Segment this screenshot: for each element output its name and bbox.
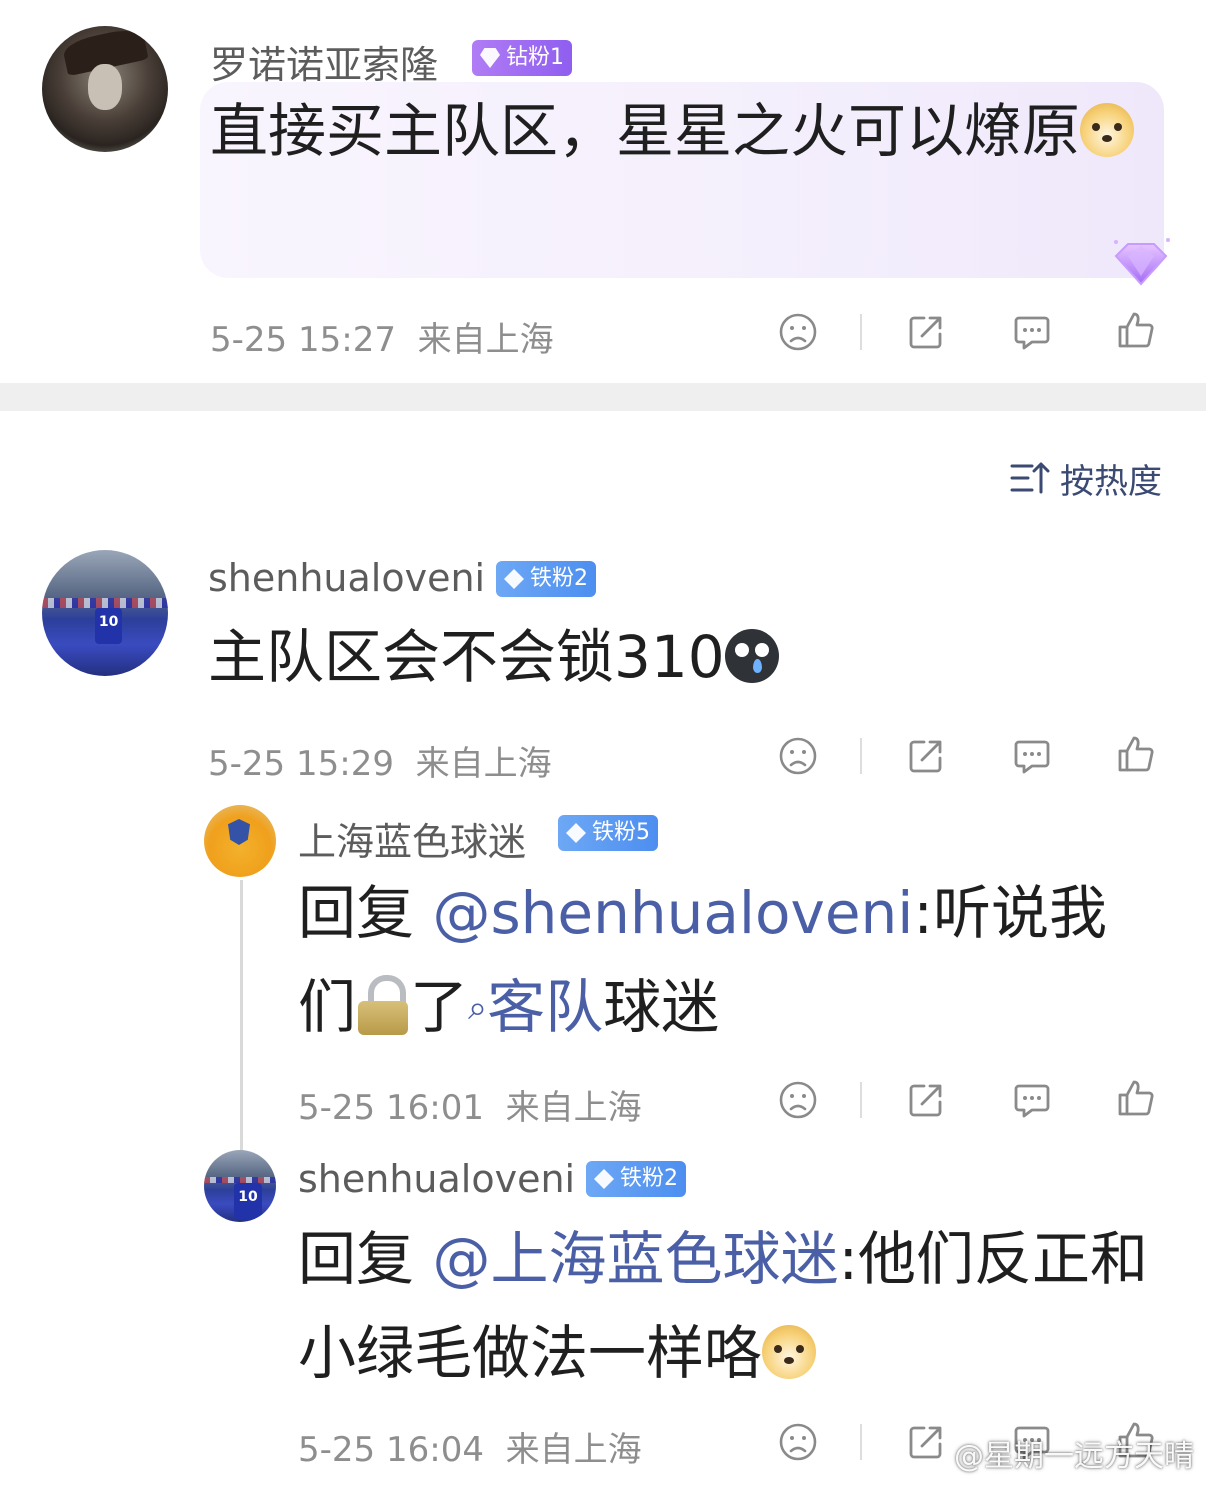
comment-meta: 5-25 16:01 来自上海 [298, 1088, 642, 1128]
fan-badge[interactable]: 钻粉1 [472, 40, 572, 76]
sort-label: 按热度 [1060, 461, 1162, 502]
section-divider [0, 383, 1206, 411]
fan-badge[interactable]: 铁粉5 [558, 815, 658, 851]
share-icon[interactable] [906, 736, 946, 776]
mention-link[interactable]: @shenhualoveni [432, 879, 913, 947]
fan-badge[interactable]: 铁粉2 [586, 1161, 686, 1197]
comment-icon[interactable] [1012, 1080, 1052, 1120]
crying-emoji-icon [724, 629, 779, 683]
diamond-icon [566, 823, 586, 843]
doge-emoji-icon [762, 1325, 817, 1379]
comment-icon[interactable] [1012, 736, 1052, 776]
comment-meta: 5-25 15:29 来自上海 [208, 744, 552, 784]
diamond-icon [504, 569, 524, 589]
comment-meta: 5-25 16:04 来自上海 [298, 1430, 642, 1470]
dislike-icon[interactable] [778, 312, 818, 352]
action-separator [860, 1424, 862, 1460]
avatar[interactable] [204, 1150, 276, 1222]
diamond-icon [480, 48, 500, 68]
sort-icon [1010, 462, 1050, 494]
share-icon[interactable] [906, 312, 946, 352]
mention-link[interactable]: @上海蓝色球迷 [432, 1225, 838, 1293]
avatar[interactable] [42, 550, 168, 676]
reply-text: 回复 @上海蓝色球迷:他们反正和小绿毛做法一样咯 [298, 1225, 1148, 1387]
avatar[interactable] [204, 805, 276, 877]
fan-badge[interactable]: 铁粉2 [496, 561, 596, 597]
action-separator [860, 314, 862, 350]
comment-text: 直接买主队区，星星之火可以燎原 [210, 84, 1160, 178]
doge-emoji-icon [1080, 103, 1135, 157]
lock-emoji-icon [356, 975, 410, 1035]
dislike-icon[interactable] [778, 1080, 818, 1120]
action-separator [860, 738, 862, 774]
reply-thread-line [240, 880, 243, 1160]
watermark: @星期一远方天晴 [954, 1439, 1194, 1474]
comment-meta: 5-25 15:27 来自上海 [210, 320, 554, 360]
like-icon[interactable] [1116, 734, 1156, 774]
dislike-icon[interactable] [778, 1422, 818, 1462]
share-icon[interactable] [906, 1422, 946, 1462]
action-separator [860, 1082, 862, 1118]
sort-button[interactable]: 按热度 [1010, 456, 1162, 502]
comment-icon[interactable] [1012, 312, 1052, 352]
comment-text: 主队区会不会锁310 [208, 610, 779, 704]
search-icon: ⌕ [468, 988, 488, 1028]
vip-diamond-icon [1114, 238, 1170, 286]
reply-text: 回复 @shenhualoveni:听说我们 了⌕客队球迷 [298, 879, 1107, 1041]
username[interactable]: 上海蓝色球迷 [298, 811, 526, 866]
avatar[interactable] [42, 26, 168, 152]
diamond-icon [594, 1169, 614, 1189]
topic-link[interactable]: 客队 [487, 973, 603, 1041]
like-icon[interactable] [1116, 1078, 1156, 1118]
username[interactable]: 罗诺诺亚索隆 [210, 34, 438, 89]
like-icon[interactable] [1116, 310, 1156, 350]
share-icon[interactable] [906, 1080, 946, 1120]
dislike-icon[interactable] [778, 736, 818, 776]
username[interactable]: shenhualoveni [208, 556, 485, 600]
username[interactable]: shenhualoveni [298, 1157, 575, 1201]
